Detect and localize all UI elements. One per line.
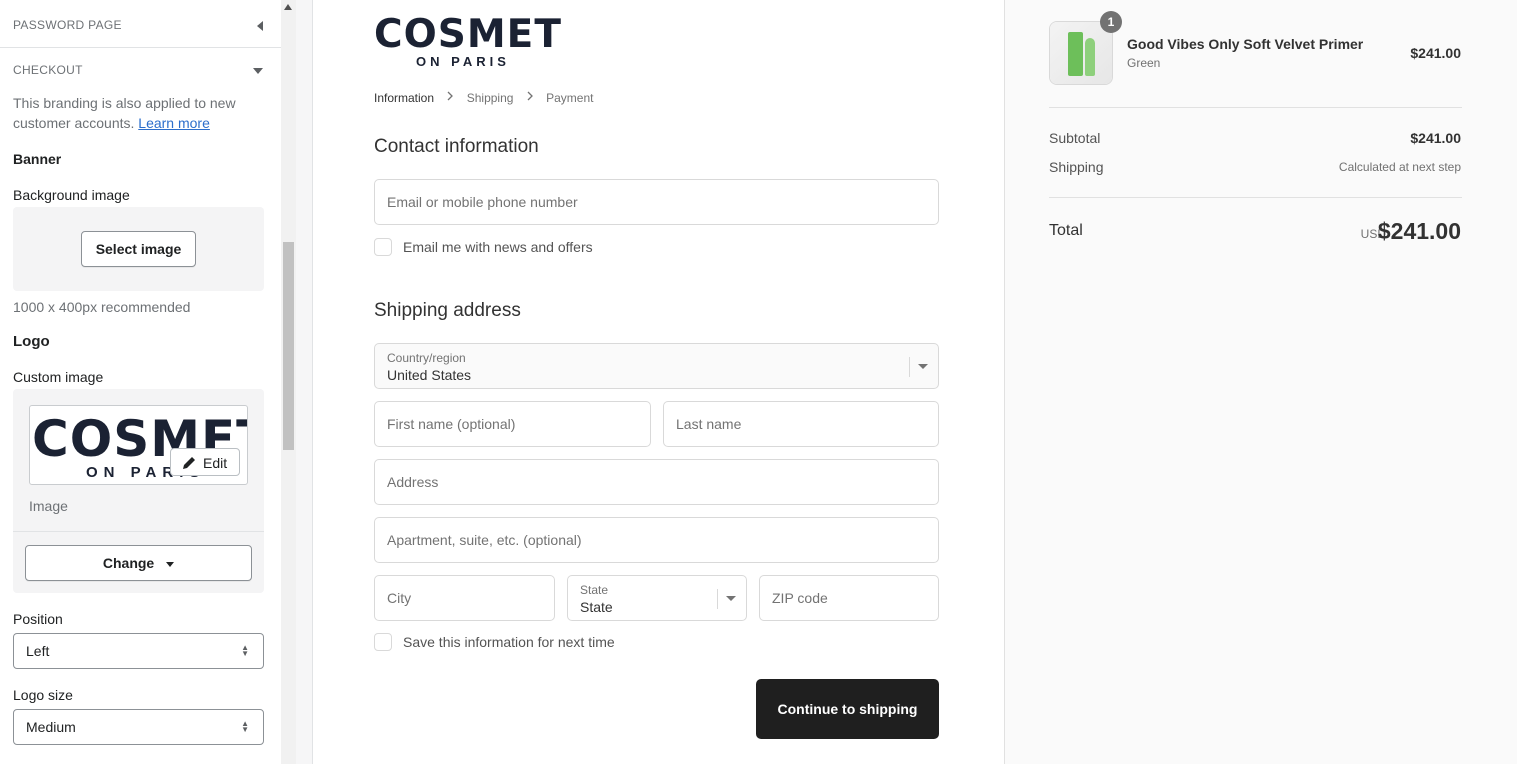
- edit-logo-button[interactable]: Edit: [170, 448, 240, 476]
- address-placeholder: Address: [387, 474, 439, 490]
- breadcrumb-shipping: Shipping: [466, 90, 514, 105]
- address-field[interactable]: Address: [374, 459, 939, 505]
- subtotal-label: Subtotal: [1049, 130, 1101, 146]
- select-arrows-icon: ▲ ▼: [241, 643, 249, 658]
- position-select[interactable]: Left ▲ ▼: [13, 633, 264, 669]
- password-page-section-header[interactable]: PASSWORD PAGE: [0, 4, 281, 48]
- total-label: Total: [1049, 222, 1083, 239]
- learn-more-link[interactable]: Learn more: [138, 115, 210, 131]
- email-field[interactable]: Email or mobile phone number: [374, 179, 939, 225]
- chevron-down-icon: [726, 596, 736, 601]
- edit-label: Edit: [203, 455, 228, 471]
- banner-heading: Banner: [13, 151, 62, 167]
- contact-heading: Contact information: [374, 136, 539, 157]
- email-news-checkbox[interactable]: [374, 238, 392, 256]
- logo-size-value: Medium: [26, 719, 76, 735]
- logo-size-select[interactable]: Medium ▲ ▼: [13, 709, 264, 745]
- zip-field[interactable]: ZIP code: [759, 575, 939, 621]
- theme-settings-sidebar: PASSWORD PAGE CHECKOUT This branding is …: [0, 0, 281, 764]
- card-divider: [13, 531, 264, 532]
- apartment-placeholder: Apartment, suite, etc. (optional): [387, 532, 582, 548]
- summary-divider: [1049, 107, 1462, 108]
- checkout-main: COSMET ON PARIS Information Shipping Pay…: [314, 0, 1004, 764]
- city-field[interactable]: City: [374, 575, 555, 621]
- email-news-label: Email me with news and offers: [403, 239, 593, 255]
- country-value: United States: [387, 367, 472, 383]
- sidebar-scrollbar-thumb[interactable]: [283, 242, 294, 450]
- subtotal-value: $241.00: [1410, 130, 1461, 146]
- store-logo[interactable]: COSMET ON PARIS: [374, 12, 561, 72]
- zip-placeholder: ZIP code: [772, 590, 828, 606]
- order-summary: 1 Good Vibes Only Soft Velvet Primer Gre…: [1004, 0, 1517, 764]
- state-label: State: [580, 583, 609, 597]
- caret-left-icon: [257, 21, 263, 31]
- breadcrumb: Information Shipping Payment: [374, 90, 593, 105]
- quantity-badge: 1: [1100, 11, 1122, 33]
- country-label: Country/region: [387, 351, 466, 365]
- caret-down-icon: [253, 68, 263, 74]
- email-placeholder: Email or mobile phone number: [387, 194, 578, 210]
- product-name: Good Vibes Only Soft Velvet Primer: [1127, 36, 1364, 52]
- total-amount: $241.00: [1377, 218, 1461, 244]
- checkout-label: CHECKOUT: [13, 63, 83, 77]
- change-image-button[interactable]: Change: [25, 545, 252, 581]
- change-label: Change: [102, 555, 155, 571]
- state-select[interactable]: State State: [567, 575, 747, 621]
- logo-heading: Logo: [13, 333, 50, 350]
- chevron-right-icon: [526, 91, 534, 104]
- shipping-value: Calculated at next step: [1338, 160, 1461, 174]
- bg-recommend-text: 1000 x 400px recommended: [13, 299, 191, 315]
- image-caption: Image: [29, 498, 68, 514]
- last-name-field[interactable]: Last name: [663, 401, 939, 447]
- pencil-icon: [181, 455, 197, 474]
- chevron-down-icon: [918, 364, 928, 369]
- city-placeholder: City: [387, 590, 412, 606]
- position-label: Position: [13, 611, 63, 627]
- shipping-heading: Shipping address: [374, 300, 521, 321]
- select-divider: [909, 357, 910, 377]
- breadcrumb-information: Information: [374, 90, 435, 105]
- store-logo-wordmark: COSMET: [374, 12, 562, 57]
- select-divider: [717, 589, 718, 609]
- caret-down-icon: [166, 561, 175, 567]
- scroll-up-arrow[interactable]: [284, 4, 292, 10]
- breadcrumb-payment: Payment: [546, 90, 594, 105]
- apartment-field[interactable]: Apartment, suite, etc. (optional): [374, 517, 939, 563]
- select-image-button[interactable]: Select image: [81, 231, 196, 267]
- product-tube-image: [1068, 32, 1083, 76]
- shipping-label: Shipping: [1049, 159, 1104, 175]
- summary-divider: [1049, 197, 1462, 198]
- checkout-section-header[interactable]: CHECKOUT: [0, 49, 281, 93]
- product-variant: Green: [1127, 56, 1161, 70]
- password-page-label: PASSWORD PAGE: [13, 18, 122, 32]
- logo-size-label: Logo size: [13, 687, 73, 703]
- product-tube-image: [1085, 38, 1095, 76]
- position-value: Left: [26, 643, 50, 659]
- save-info-label: Save this information for next time: [403, 634, 615, 650]
- select-arrows-icon: ▲ ▼: [241, 719, 249, 734]
- first-name-placeholder: First name (optional): [387, 416, 516, 432]
- save-info-checkbox[interactable]: [374, 633, 392, 651]
- last-name-placeholder: Last name: [676, 416, 742, 432]
- first-name-field[interactable]: First name (optional): [374, 401, 651, 447]
- store-logo-subtitle: ON PARIS: [416, 54, 510, 69]
- checkout-editor-screen: PASSWORD PAGE CHECKOUT This branding is …: [0, 0, 1517, 764]
- background-image-dropzone: Select image: [13, 207, 264, 291]
- product-price: $241.00: [1410, 45, 1461, 61]
- custom-image-label: Custom image: [13, 369, 104, 385]
- preview-gutter: [296, 0, 313, 764]
- continue-to-shipping-button[interactable]: Continue to shipping: [756, 679, 939, 739]
- chevron-right-icon: [446, 91, 454, 104]
- background-image-label: Background image: [13, 187, 130, 203]
- country-select[interactable]: Country/region United States: [374, 343, 939, 389]
- branding-note: This branding is also applied to new cus…: [13, 93, 253, 133]
- state-value: State: [580, 599, 613, 615]
